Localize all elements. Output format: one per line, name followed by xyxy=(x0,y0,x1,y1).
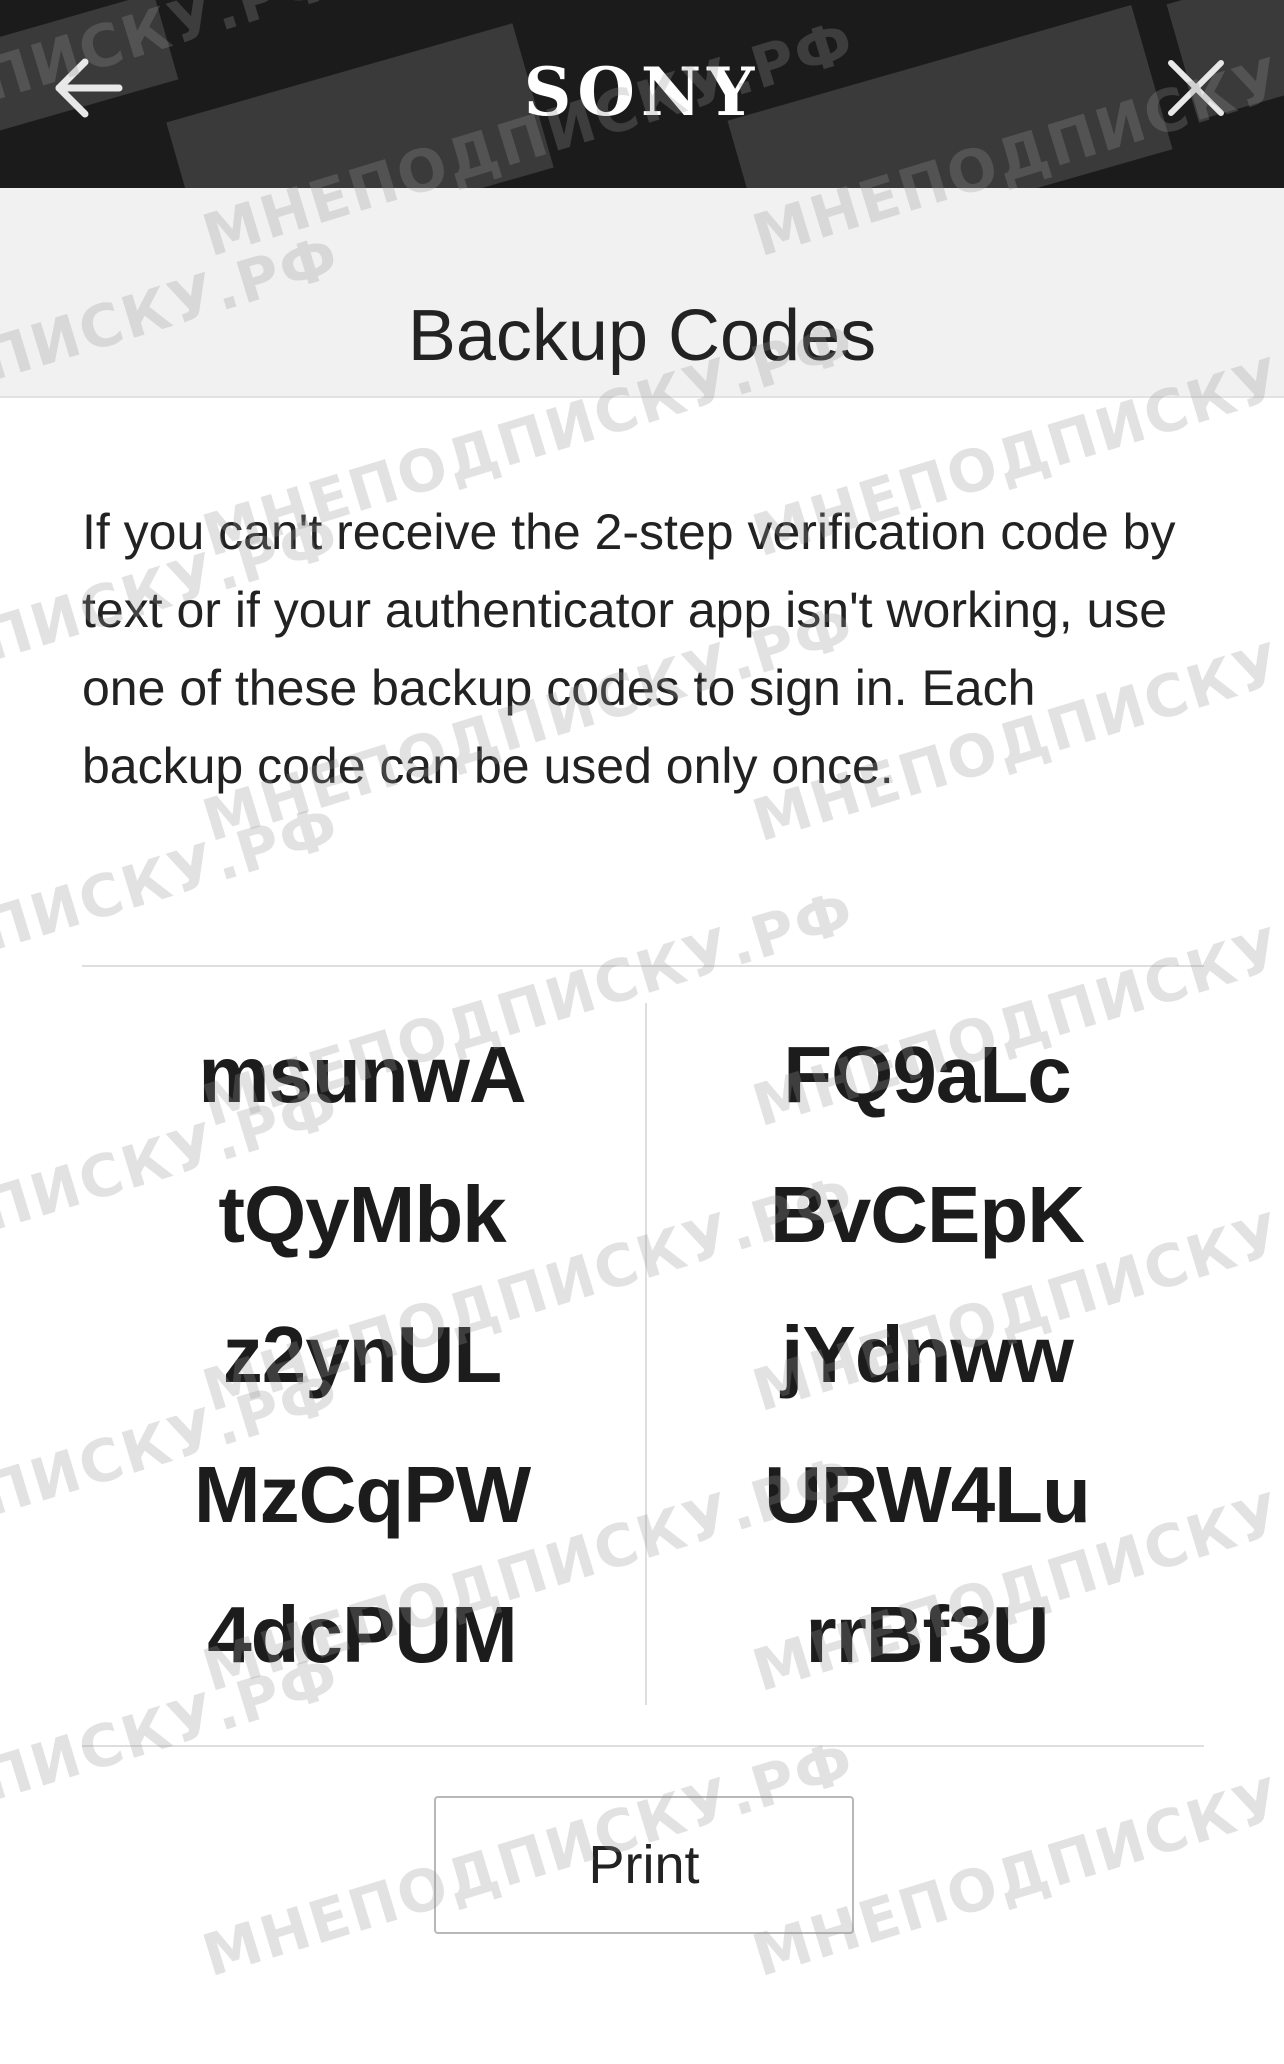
backup-code: tQyMbk xyxy=(218,1170,506,1259)
backup-code: URW4Lu xyxy=(764,1450,1091,1539)
backup-codes-left-column: msunwA tQyMbk z2ynUL MzCqPW 4dcPUM xyxy=(82,1005,642,1705)
codes-divider-top xyxy=(82,965,1204,967)
backup-code: BvCEpK xyxy=(769,1170,1085,1259)
sony-logo: SONY xyxy=(523,53,761,131)
close-icon xyxy=(1168,60,1224,116)
backup-code: 4dcPUM xyxy=(207,1590,518,1679)
close-button[interactable] xyxy=(1160,52,1232,124)
page-title: Backup Codes xyxy=(407,296,877,377)
backup-code: MzCqPW xyxy=(193,1450,531,1539)
title-bar: Backup Codes xyxy=(0,188,1284,398)
backup-code: msunwA xyxy=(198,1030,526,1119)
backup-codes-description: If you can't receive the 2-step verifica… xyxy=(82,504,1176,794)
backup-code: z2ynUL xyxy=(222,1310,503,1399)
print-button[interactable]: Print xyxy=(434,1796,854,1934)
backup-code: jYdnww xyxy=(781,1310,1074,1399)
app-header: SONY xyxy=(0,0,1284,188)
codes-divider-bottom xyxy=(82,1745,1204,1747)
backup-code: FQ9aLc xyxy=(783,1030,1071,1119)
backup-codes-right-column: FQ9aLc BvCEpK jYdnww URW4Lu rrBf3U xyxy=(647,1005,1207,1705)
backup-code: rrBf3U xyxy=(805,1590,1050,1679)
